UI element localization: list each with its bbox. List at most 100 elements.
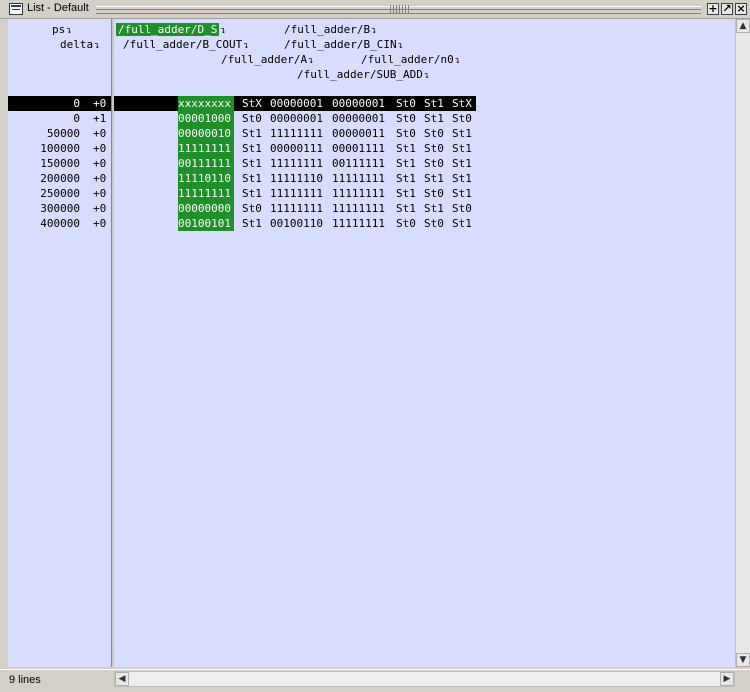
b-value: 11111111 [270, 187, 323, 200]
list-row-time[interactable]: 0 +0 [8, 96, 114, 111]
dropdown-arrow-icon[interactable]: ↴ [308, 56, 313, 66]
a-value: 11111111 [332, 217, 385, 230]
sub-add-value: St1 [452, 157, 472, 170]
list-row-values[interactable]: 00111111 St1 11111111 00111111 St1 St0 St1 [114, 156, 476, 171]
scroll-left-icon[interactable]: ◀ [115, 672, 129, 686]
dropdown-arrow-icon[interactable]: ↴ [243, 41, 248, 51]
list-row-values[interactable]: 11111111 St1 11111111 11111111 St1 St0 St1 [114, 186, 476, 201]
ps-value: 50000 [46, 127, 80, 140]
dropdown-arrow-icon[interactable]: ↴ [371, 26, 376, 36]
b-cout-value: St1 [242, 127, 262, 140]
signal-header-sub-add[interactable]: /full_adder/SUB_ADD↴ [297, 68, 429, 81]
list-row-values[interactable]: 00000010 St1 11111111 00000011 St0 St0 St1 [114, 126, 476, 141]
scroll-down-icon[interactable]: ▼ [736, 653, 750, 667]
d-s-value: 11110110 [178, 171, 234, 186]
b-cin-value: St1 [396, 142, 416, 155]
close-icon[interactable]: × [735, 3, 747, 15]
b-value: 11111111 [270, 202, 323, 215]
list-row-time[interactable]: 0 +1 [8, 111, 114, 126]
horizontal-scrollbar[interactable]: ◀ ▶ [114, 671, 735, 687]
undock-icon[interactable]: ↗ [721, 3, 733, 15]
b-cout-value: St1 [242, 187, 262, 200]
dropdown-arrow-icon[interactable]: ↴ [424, 71, 429, 81]
a-value: 00000011 [332, 127, 385, 140]
b-value: 11111111 [270, 127, 323, 140]
sub-add-value: St1 [452, 127, 472, 140]
signal-name-b-cout: /full_adder/B_COUT [123, 38, 243, 51]
d-s-value: 00001000 [178, 111, 234, 126]
b-value: 00100110 [270, 217, 323, 230]
dropdown-arrow-icon[interactable]: ↴ [398, 41, 403, 51]
b-value: 00000001 [270, 112, 323, 125]
list-row-time[interactable]: 200000 +0 [8, 171, 114, 186]
dropdown-arrow-icon[interactable]: ↴ [66, 26, 71, 36]
list-row-values[interactable]: 00100101 St1 00100110 11111111 St0 St0 St1 [114, 216, 476, 231]
sub-add-value: St1 [452, 172, 472, 185]
ps-value: 250000 [40, 187, 80, 200]
list-row-values[interactable]: 00001000 St0 00000001 00000001 St0 St1 St0 [114, 111, 476, 126]
signal-header-a[interactable]: /full_adder/A↴ [221, 53, 314, 66]
d-s-value: 00111111 [178, 156, 234, 171]
d-s-value: 00100101 [178, 216, 234, 231]
vertical-scrollbar[interactable]: ▲ ▼ [735, 19, 750, 667]
n0-value: St0 [424, 217, 444, 230]
drag-handle[interactable] [390, 5, 410, 13]
signal-header-n0[interactable]: /full_adder/n0↴ [361, 53, 460, 66]
b-cin-value: St0 [396, 217, 416, 230]
signal-name-d-s: /full_adder/D_S [116, 23, 220, 36]
signal-header-d-s[interactable]: /full_adder/D_S ↴ [116, 23, 226, 36]
ps-value: 150000 [40, 157, 80, 170]
list-row-time[interactable]: 400000 +0 [8, 216, 114, 231]
b-cout-value: St0 [242, 112, 262, 125]
dropdown-arrow-icon[interactable]: ↴ [220, 26, 225, 36]
value-rows: xxxxxxxx StX 00000001 00000001 St0 St1 StX 0000… [114, 96, 476, 236]
list-row-values[interactable]: 11110110 St1 11111110 11111111 St1 St1 St1 [114, 171, 476, 186]
list-row-time[interactable]: 250000 +0 [8, 186, 114, 201]
sub-add-value: St0 [452, 112, 472, 125]
a-value: 11111111 [332, 187, 385, 200]
dropdown-arrow-icon[interactable]: ↴ [94, 41, 99, 51]
dropdown-arrow-icon[interactable]: ↴ [455, 56, 460, 66]
n0-value: St0 [424, 142, 444, 155]
delta-value: +0 [93, 172, 107, 185]
b-cout-value: St1 [242, 172, 262, 185]
signal-name-n0: /full_adder/n0 [361, 53, 454, 66]
signal-name-sub-add: /full_adder/SUB_ADD [297, 68, 423, 81]
b-value: 00000111 [270, 142, 323, 155]
signal-header-delta[interactable]: delta↴ [60, 38, 100, 51]
b-value: 11111110 [270, 172, 323, 185]
signal-header-ps[interactable]: ps↴ [52, 23, 72, 36]
signal-header-b-cin[interactable]: /full_adder/B_CIN↴ [284, 38, 403, 51]
b-cin-value: St0 [396, 127, 416, 140]
window-title: List - Default [27, 2, 89, 14]
signal-header-b-cout[interactable]: /full_adder/B_COUT↴ [123, 38, 249, 51]
d-s-value: 11111111 [178, 186, 234, 201]
b-cout-value: St1 [242, 142, 262, 155]
delta-value: +0 [93, 97, 107, 110]
list-row-time[interactable]: 50000 +0 [8, 126, 114, 141]
delta-value: +0 [93, 217, 107, 230]
scroll-up-icon[interactable]: ▲ [736, 19, 750, 33]
n0-value: St1 [424, 172, 444, 185]
b-cout-value: StX [242, 97, 262, 110]
list-row-time[interactable]: 300000 +0 [8, 201, 114, 216]
list-row-values[interactable]: xxxxxxxx StX 00000001 00000001 St0 St1 StX [114, 96, 476, 111]
list-window-icon [9, 3, 23, 15]
n0-value: St0 [424, 187, 444, 200]
list-row-values[interactable]: 00000000 St0 11111111 11111111 St1 St1 St0 [114, 201, 476, 216]
time-rows: 0 +0 0 +1 50000 +0 100000 +0 150000 +0 200000 +0 250… [8, 96, 114, 236]
ps-value: 400000 [40, 217, 80, 230]
b-cin-value: St1 [396, 187, 416, 200]
ps-value: 0 [73, 97, 80, 110]
scroll-right-icon[interactable]: ▶ [720, 672, 734, 686]
list-row-time[interactable]: 100000 +0 [8, 141, 114, 156]
d-s-value: 11111111 [178, 141, 234, 156]
n0-value: St0 [424, 157, 444, 170]
sub-add-value: StX [452, 97, 472, 110]
signal-name-b: /full_adder/B [284, 23, 371, 36]
list-row-values[interactable]: 11111111 St1 00000111 00001111 St1 St0 St1 [114, 141, 476, 156]
signal-header-b[interactable]: /full_adder/B↴ [284, 23, 377, 36]
delta-value: +0 [93, 202, 107, 215]
dock-icon[interactable]: + [707, 3, 719, 15]
list-row-time[interactable]: 150000 +0 [8, 156, 114, 171]
